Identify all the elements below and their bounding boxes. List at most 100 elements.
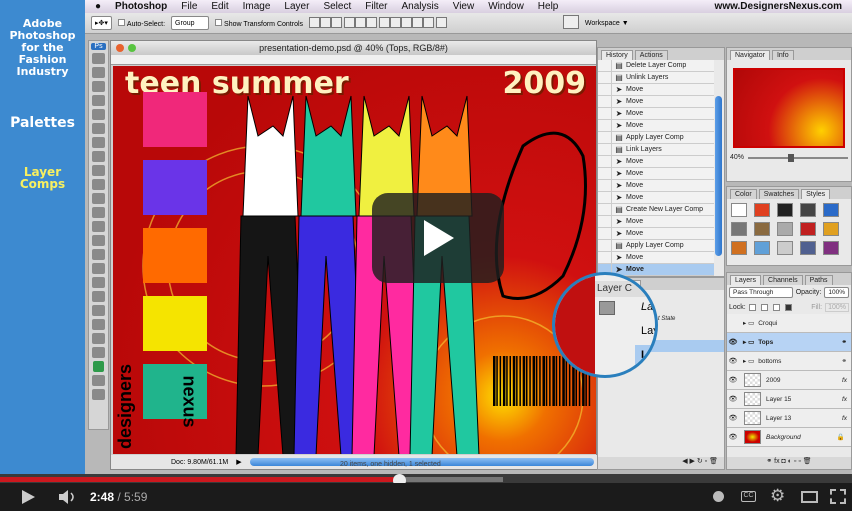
style-swatch[interactable] (754, 203, 770, 217)
fx-icon[interactable]: fx (842, 415, 847, 422)
doc-size[interactable]: Doc: 9.80M/61.1M (171, 459, 228, 466)
menu-filter[interactable]: Filter (365, 1, 387, 12)
lasso-tool-icon[interactable] (92, 81, 105, 92)
fx-icon[interactable]: fx (842, 377, 847, 384)
style-swatch[interactable] (754, 222, 770, 236)
gradient-tool-icon[interactable] (92, 207, 105, 218)
theater-mode-icon[interactable] (801, 491, 818, 503)
marquee-tool-icon[interactable] (92, 67, 105, 78)
visibility-eye-icon[interactable]: 👁 (727, 433, 739, 441)
workspace-menu[interactable]: Workspace ▼ (585, 20, 629, 27)
dodge-tool-icon[interactable] (92, 235, 105, 246)
zoom-tool-icon[interactable] (92, 347, 105, 358)
style-swatch[interactable] (777, 241, 793, 255)
history-item[interactable]: ➤ Move (598, 216, 714, 228)
play-overlay-button[interactable] (372, 193, 504, 283)
play-button[interactable] (20, 489, 36, 505)
menu-edit[interactable]: Edit (211, 1, 228, 12)
fullscreen-icon[interactable] (830, 489, 846, 504)
style-swatch[interactable] (731, 203, 747, 217)
style-swatch[interactable] (777, 222, 793, 236)
history-item[interactable]: ➤ Move (598, 120, 714, 132)
lock-pixels-icon[interactable] (760, 303, 768, 311)
menu-app[interactable]: Photoshop (115, 1, 167, 12)
visibility-eye-icon[interactable]: 👁 (727, 395, 739, 403)
tab-styles[interactable]: Styles (801, 189, 831, 199)
fill-input[interactable]: 100% (825, 302, 849, 312)
style-swatch[interactable] (731, 241, 747, 255)
menu-layer[interactable]: Layer (284, 1, 309, 12)
opacity-input[interactable]: 100% (824, 287, 849, 298)
stamp-tool-icon[interactable] (92, 165, 105, 176)
navigator-zoom-slider[interactable] (748, 153, 848, 162)
eyedropper-icon[interactable] (92, 319, 105, 330)
blend-mode-dropdown[interactable]: Pass Through (729, 287, 793, 298)
fx-icon[interactable]: fx (842, 396, 847, 403)
close-icon[interactable] (116, 44, 124, 52)
type-tool-icon[interactable] (92, 263, 105, 274)
history-scrollbar[interactable] (715, 96, 722, 256)
wand-tool-icon[interactable] (92, 95, 105, 106)
menu-help[interactable]: Help (538, 1, 559, 12)
tab-color[interactable]: Color (730, 189, 757, 199)
history-item[interactable]: ▤ Apply Layer Comp (598, 132, 714, 144)
history-item[interactable]: ▤ Delete Layer Comp (598, 60, 714, 72)
layer-row[interactable]: 👁 ▸ ▭ bottoms ⚭ (727, 352, 851, 371)
volume-icon[interactable] (58, 489, 78, 505)
menu-image[interactable]: Image (243, 1, 271, 12)
eraser-tool-icon[interactable] (92, 193, 105, 204)
style-swatch[interactable] (800, 241, 816, 255)
layer-comps-footer[interactable]: ◀ ▶ ↻ ▫ 🗑 (598, 457, 724, 469)
style-swatch[interactable] (800, 203, 816, 217)
workspace-icon[interactable] (562, 15, 579, 31)
path-select-icon[interactable] (92, 277, 105, 288)
history-item[interactable]: ➤ Move (598, 192, 714, 204)
layer-row[interactable]: 👁 Layer 13 fx (727, 409, 851, 428)
slice-tool-icon[interactable] (92, 123, 105, 134)
style-swatch[interactable] (777, 203, 793, 217)
screen-mode-icon[interactable] (92, 389, 105, 400)
history-item[interactable]: ▤ Apply Layer Comp (598, 240, 714, 252)
menu-view[interactable]: View (453, 1, 475, 12)
layer-row[interactable]: 👁 2009 fx (727, 371, 851, 390)
tab-history[interactable]: History (601, 50, 633, 60)
history-item[interactable]: ➤ Move (598, 96, 714, 108)
history-item[interactable]: ▤ Unlink Layers (598, 72, 714, 84)
tab-channels[interactable]: Channels (763, 275, 803, 285)
style-swatch[interactable] (800, 222, 816, 236)
navigator-thumbnail[interactable] (733, 68, 845, 148)
history-item[interactable]: ➤ Move (598, 180, 714, 192)
tab-navigator[interactable]: Navigator (730, 50, 770, 60)
tab-paths[interactable]: Paths (804, 275, 833, 285)
hand-tool-icon[interactable] (92, 333, 105, 344)
shape-tool-icon[interactable] (92, 291, 105, 302)
menu-window[interactable]: Window (488, 1, 524, 12)
watch-later-icon[interactable] (713, 491, 724, 502)
settings-gear-icon[interactable]: ⚙ (770, 486, 785, 506)
show-transform-checkbox[interactable]: Show Transform Controls (215, 18, 303, 28)
move-tool-icon[interactable] (92, 53, 105, 64)
tab-layers[interactable]: Layers (730, 275, 762, 285)
zoom-icon[interactable] (128, 44, 136, 52)
color-swatch-icon[interactable] (93, 361, 104, 372)
pen-tool-icon[interactable] (92, 249, 105, 260)
history-item[interactable]: ➤ Move (598, 252, 714, 264)
layer-row[interactable]: 👁 Background 🔒 (727, 428, 851, 447)
history-item[interactable]: ➤ Move (598, 84, 714, 96)
apple-icon[interactable]: ● (95, 1, 101, 12)
layer-row[interactable]: 👁 ▸ ▭ Tops ⚭ (727, 333, 851, 352)
style-swatch[interactable] (823, 203, 839, 217)
canvas[interactable]: teen summer 2009 designers nexus (113, 66, 596, 454)
visibility-eye-icon[interactable]: 👁 (727, 338, 739, 346)
quickmask-icon[interactable] (92, 375, 105, 386)
visibility-eye-icon[interactable]: 👁 (727, 357, 739, 365)
layer-row[interactable]: ▸ ▭ Croqui (727, 314, 851, 333)
notes-tool-icon[interactable] (92, 305, 105, 316)
visibility-eye-icon[interactable]: 👁 (727, 376, 739, 384)
visibility-eye-icon[interactable]: 👁 (727, 414, 739, 422)
align-icons[interactable] (309, 16, 447, 30)
style-swatch[interactable] (731, 222, 747, 236)
menu-select[interactable]: Select (323, 1, 351, 12)
tab-actions[interactable]: Actions (634, 50, 668, 60)
style-swatch[interactable] (754, 241, 770, 255)
